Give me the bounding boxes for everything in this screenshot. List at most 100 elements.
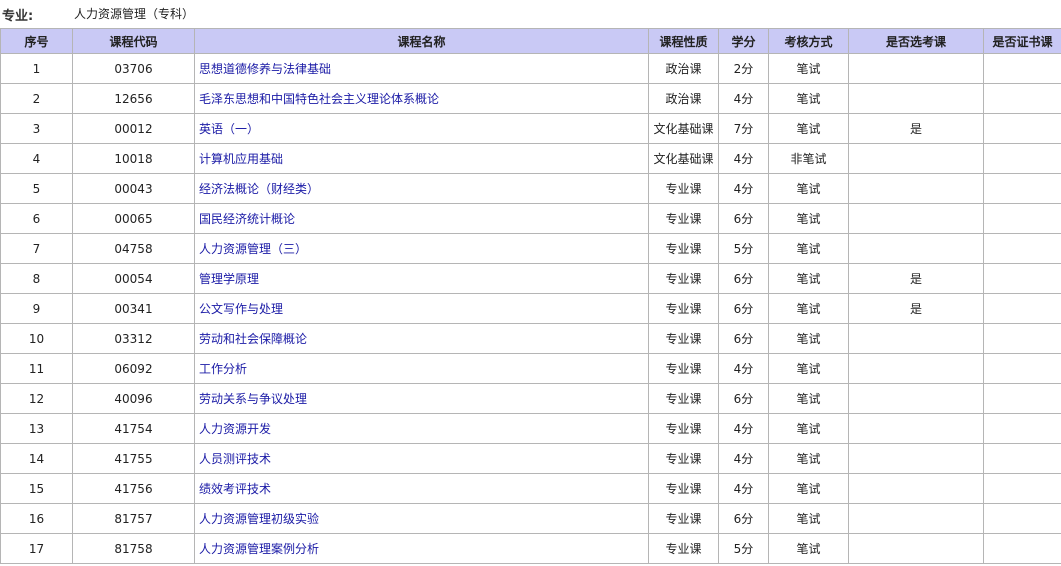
course-name-link[interactable]: 英语（一） <box>199 122 259 136</box>
course-name-link[interactable]: 毛泽东思想和中国特色社会主义理论体系概论 <box>199 92 439 106</box>
exam-method: 笔试 <box>768 113 849 144</box>
row-number: 16 <box>0 503 73 534</box>
course-type: 专业课 <box>648 383 719 414</box>
row-number: 2 <box>0 83 73 114</box>
course-type: 文化基础课 <box>648 113 719 144</box>
course-type: 专业课 <box>648 173 719 204</box>
is-certificate <box>983 473 1061 504</box>
course-name-link[interactable]: 人员测评技术 <box>199 452 271 466</box>
course-type: 专业课 <box>648 233 719 264</box>
is-certificate <box>983 533 1061 564</box>
course-name-cell: 经济法概论（财经类） <box>194 173 649 204</box>
course-type: 专业课 <box>648 263 719 294</box>
course-name-link[interactable]: 国民经济统计概论 <box>199 212 295 226</box>
exam-method: 笔试 <box>768 173 849 204</box>
row-number: 6 <box>0 203 73 234</box>
course-type: 专业课 <box>648 413 719 444</box>
course-name-cell: 计算机应用基础 <box>194 143 649 174</box>
is-certificate <box>983 263 1061 294</box>
course-name-link[interactable]: 劳动关系与争议处理 <box>199 392 307 406</box>
is-elective <box>848 53 984 84</box>
course-name-cell: 人力资源管理案例分析 <box>194 533 649 564</box>
course-name-link[interactable]: 劳动和社会保障概论 <box>199 332 307 346</box>
course-credit: 4分 <box>718 83 769 114</box>
table-row: 17 81758 人力资源管理案例分析 专业课 5分 笔试 <box>0 533 1061 564</box>
course-type: 专业课 <box>648 203 719 234</box>
table-row: 4 10018 计算机应用基础 文化基础课 4分 非笔试 <box>0 143 1061 174</box>
course-type: 专业课 <box>648 533 719 564</box>
course-name-link[interactable]: 思想道德修养与法律基础 <box>199 62 331 76</box>
is-certificate <box>983 323 1061 354</box>
table-row: 15 41756 绩效考评技术 专业课 4分 笔试 <box>0 473 1061 504</box>
course-name-cell: 绩效考评技术 <box>194 473 649 504</box>
is-certificate <box>983 293 1061 324</box>
exam-method: 非笔试 <box>768 143 849 174</box>
is-certificate <box>983 233 1061 264</box>
table-row: 13 41754 人力资源开发 专业课 4分 笔试 <box>0 413 1061 444</box>
course-credit: 5分 <box>718 533 769 564</box>
table-row: 6 00065 国民经济统计概论 专业课 6分 笔试 <box>0 203 1061 234</box>
exam-method: 笔试 <box>768 533 849 564</box>
course-code: 81757 <box>72 503 195 534</box>
row-number: 14 <box>0 443 73 474</box>
course-name-link[interactable]: 绩效考评技术 <box>199 482 271 496</box>
course-name-cell: 人力资源管理（三） <box>194 233 649 264</box>
course-credit: 6分 <box>718 263 769 294</box>
course-name-link[interactable]: 人力资源开发 <box>199 422 271 436</box>
header-name: 课程名称 <box>194 28 649 54</box>
course-name-cell: 毛泽东思想和中国特色社会主义理论体系概论 <box>194 83 649 114</box>
is-certificate <box>983 173 1061 204</box>
is-certificate <box>983 383 1061 414</box>
course-code: 00054 <box>72 263 195 294</box>
table-row: 7 04758 人力资源管理（三） 专业课 5分 笔试 <box>0 233 1061 264</box>
course-name-link[interactable]: 人力资源管理初级实验 <box>199 512 319 526</box>
course-name-link[interactable]: 人力资源管理案例分析 <box>199 542 319 556</box>
course-name-link[interactable]: 人力资源管理（三） <box>199 242 307 256</box>
course-name-cell: 公文写作与处理 <box>194 293 649 324</box>
course-name-link[interactable]: 公文写作与处理 <box>199 302 283 316</box>
exam-method: 笔试 <box>768 383 849 414</box>
course-credit: 6分 <box>718 503 769 534</box>
course-name-cell: 英语（一） <box>194 113 649 144</box>
exam-method: 笔试 <box>768 293 849 324</box>
course-name-link[interactable]: 计算机应用基础 <box>199 152 283 166</box>
is-elective: 是 <box>848 113 984 144</box>
table-header-row: 序号 课程代码 课程名称 课程性质 学分 考核方式 是否选考课 是否证书课 <box>0 28 1061 54</box>
is-elective <box>848 473 984 504</box>
row-number: 7 <box>0 233 73 264</box>
course-type: 政治课 <box>648 83 719 114</box>
course-code: 03312 <box>72 323 195 354</box>
is-elective <box>848 353 984 384</box>
course-name-link[interactable]: 管理学原理 <box>199 272 259 286</box>
course-code: 12656 <box>72 83 195 114</box>
table-row: 2 12656 毛泽东思想和中国特色社会主义理论体系概论 政治课 4分 笔试 <box>0 83 1061 114</box>
course-name-cell: 劳动关系与争议处理 <box>194 383 649 414</box>
exam-method: 笔试 <box>768 473 849 504</box>
course-type: 专业课 <box>648 293 719 324</box>
is-certificate <box>983 203 1061 234</box>
course-credit: 4分 <box>718 143 769 174</box>
course-name-cell: 劳动和社会保障概论 <box>194 323 649 354</box>
is-elective: 是 <box>848 293 984 324</box>
course-code: 00043 <box>72 173 195 204</box>
course-name-link[interactable]: 经济法概论（财经类） <box>199 182 319 196</box>
is-elective <box>848 143 984 174</box>
table-row: 12 40096 劳动关系与争议处理 专业课 6分 笔试 <box>0 383 1061 414</box>
is-certificate <box>983 143 1061 174</box>
course-credit: 6分 <box>718 383 769 414</box>
row-number: 4 <box>0 143 73 174</box>
major-header: 专业: 人力资源管理（专科） <box>0 0 1061 28</box>
course-type: 专业课 <box>648 503 719 534</box>
header-type: 课程性质 <box>648 28 719 54</box>
course-credit: 4分 <box>718 353 769 384</box>
exam-method: 笔试 <box>768 413 849 444</box>
exam-method: 笔试 <box>768 263 849 294</box>
course-name-cell: 思想道德修养与法律基础 <box>194 53 649 84</box>
course-code: 41756 <box>72 473 195 504</box>
exam-method: 笔试 <box>768 233 849 264</box>
table-row: 16 81757 人力资源管理初级实验 专业课 6分 笔试 <box>0 503 1061 534</box>
course-name-link[interactable]: 工作分析 <box>199 362 247 376</box>
course-type: 专业课 <box>648 443 719 474</box>
row-number: 3 <box>0 113 73 144</box>
table-row: 14 41755 人员测评技术 专业课 4分 笔试 <box>0 443 1061 474</box>
